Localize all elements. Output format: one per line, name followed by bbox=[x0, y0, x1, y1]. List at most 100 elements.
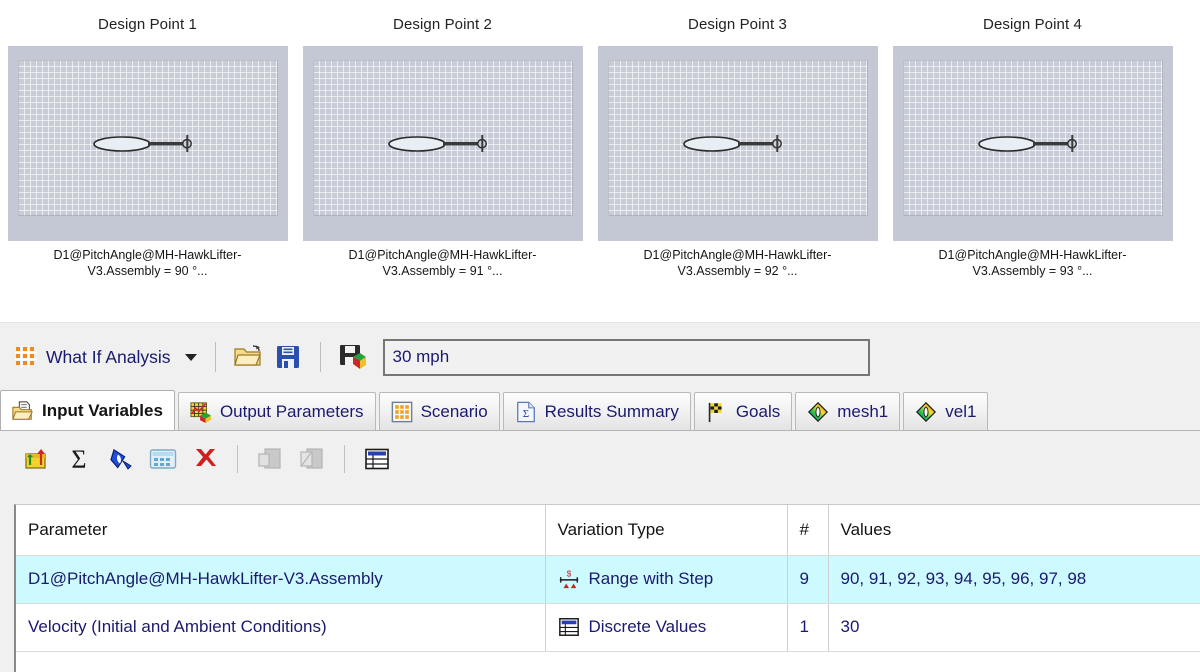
sum-button[interactable]: Σ bbox=[58, 438, 100, 480]
new-input-variable-icon bbox=[25, 449, 46, 469]
svg-text:Σ: Σ bbox=[522, 408, 528, 420]
toolbar-separator bbox=[237, 445, 238, 473]
tab-output-parameters[interactable]: Output Parameters bbox=[177, 392, 376, 430]
copy-button[interactable] bbox=[249, 438, 291, 480]
design-point-card[interactable]: Design Point 1 D1@PitchAngle@MH-HawkLift… bbox=[0, 0, 295, 322]
design-point-caption: D1@PitchAngle@MH-HawkLifter- V3.Assembly… bbox=[643, 248, 832, 278]
cell-parameter: Velocity (Initial and Ambient Conditions… bbox=[16, 603, 546, 652]
cell-variation-type-label: Discrete Values bbox=[588, 617, 707, 636]
tab-mesh1[interactable]: mesh1 bbox=[795, 392, 901, 430]
design-point-thumbnail[interactable] bbox=[302, 46, 583, 241]
toolbar-separator bbox=[319, 342, 321, 372]
aircraft-body-icon bbox=[682, 134, 782, 152]
design-point-card[interactable]: Design Point 2 D1@PitchAngle@MH-HawkLift… bbox=[295, 0, 590, 322]
cell-variation-type: $ Range with Step bbox=[545, 555, 788, 604]
design-point-title: Design Point 3 bbox=[688, 16, 787, 33]
tab-bar: Input Variables Output Parameters Scenar… bbox=[0, 390, 1200, 431]
cell-count: 9 bbox=[787, 555, 829, 604]
table-view-blue-button[interactable] bbox=[142, 438, 184, 480]
tab-label: Goals bbox=[735, 401, 781, 421]
tab-label: Output Parameters bbox=[219, 401, 364, 421]
open-folder-icon bbox=[233, 345, 261, 366]
checkered-flag-icon bbox=[708, 402, 722, 422]
what-if-analysis-label: What If Analysis bbox=[46, 346, 171, 367]
rainbow-diamond-icon bbox=[916, 401, 937, 422]
value-input-text: 30 mph bbox=[392, 347, 450, 366]
range-with-step-icon: $ bbox=[559, 569, 578, 589]
toolbar-separator bbox=[214, 342, 216, 372]
rainbow-diamond-icon bbox=[808, 401, 829, 422]
command-bar: What If Analysis 30 mph bbox=[0, 323, 1200, 391]
tab-input-variables[interactable]: Input Variables bbox=[0, 390, 175, 430]
table-row[interactable]: D1@PitchAngle@MH-HawkLifter-V3.Assembly … bbox=[16, 555, 1200, 604]
aircraft-body-icon bbox=[977, 134, 1077, 152]
design-point-title: Design Point 1 bbox=[98, 16, 197, 33]
tab-label: Input Variables bbox=[42, 400, 163, 420]
input-variables-toolbar: Σ bbox=[0, 432, 1200, 486]
paste-button[interactable] bbox=[291, 438, 333, 480]
table-view-icon bbox=[365, 448, 389, 470]
open-folder-document-icon bbox=[12, 400, 33, 420]
tab-label: vel1 bbox=[945, 401, 977, 421]
design-point-thumbnail[interactable] bbox=[597, 46, 878, 241]
column-header-variation-type[interactable]: Variation Type bbox=[545, 505, 788, 556]
save-floppy-icon bbox=[276, 346, 299, 368]
paste-panel-icon bbox=[300, 448, 323, 469]
what-if-panel: What If Analysis 30 mph Input Variables … bbox=[0, 322, 1200, 672]
svg-text:$: $ bbox=[566, 569, 571, 578]
export-button[interactable] bbox=[333, 337, 373, 377]
table-blue-icon bbox=[149, 449, 177, 469]
save-export-icon bbox=[339, 345, 366, 369]
copy-panel-icon bbox=[258, 448, 281, 469]
tab-label: mesh1 bbox=[837, 401, 889, 421]
input-variables-table: Parameter Variation Type # Values D1@Pit… bbox=[14, 504, 1200, 672]
sum-sigma-icon: Σ bbox=[71, 445, 86, 473]
toolbar-separator bbox=[344, 445, 345, 473]
cell-variation-type-label: Range with Step bbox=[588, 569, 714, 588]
design-point-thumbnail[interactable] bbox=[7, 46, 288, 241]
svg-text:Σ: Σ bbox=[71, 445, 86, 473]
column-header-parameter[interactable]: Parameter bbox=[16, 505, 546, 556]
aircraft-body-icon bbox=[92, 134, 192, 152]
design-point-strip: Design Point 1 D1@PitchAngle@MH-HawkLift… bbox=[0, 0, 1200, 322]
design-point-card[interactable]: Design Point 4 D1@PitchAngle@MH-HawkLift… bbox=[885, 0, 1180, 322]
aircraft-body-icon bbox=[387, 134, 487, 152]
open-button[interactable] bbox=[228, 337, 268, 377]
table-header-row: Parameter Variation Type # Values bbox=[16, 505, 1200, 556]
what-if-analysis-window: Design Point 1 D1@PitchAngle@MH-HawkLift… bbox=[0, 0, 1200, 672]
column-header-count[interactable]: # bbox=[787, 505, 829, 556]
tab-vel1[interactable]: vel1 bbox=[903, 392, 989, 430]
tab-label: Results Summary bbox=[544, 401, 679, 421]
table-row[interactable]: Velocity (Initial and Ambient Conditions… bbox=[16, 603, 1200, 652]
new-input-variable-button[interactable] bbox=[16, 438, 58, 480]
design-point-caption: D1@PitchAngle@MH-HawkLifter- V3.Assembly… bbox=[53, 248, 242, 278]
tab-results-summary[interactable]: Σ Results Summary bbox=[502, 392, 691, 430]
cell-parameter: D1@PitchAngle@MH-HawkLifter-V3.Assembly bbox=[16, 555, 546, 604]
tab-goals[interactable]: Goals bbox=[693, 392, 793, 430]
cell-variation-type: Discrete Values bbox=[545, 603, 788, 652]
design-point-title: Design Point 2 bbox=[393, 16, 492, 33]
edit-diamond-icon bbox=[110, 448, 132, 470]
grid-dots-icon bbox=[15, 346, 37, 368]
edit-variable-button[interactable] bbox=[100, 438, 142, 480]
sigma-document-icon: Σ bbox=[516, 401, 535, 422]
cell-count: 1 bbox=[787, 603, 829, 652]
discrete-values-icon bbox=[558, 618, 579, 636]
design-point-card[interactable]: Design Point 3 D1@PitchAngle@MH-HawkLift… bbox=[590, 0, 885, 322]
design-point-caption: D1@PitchAngle@MH-HawkLifter- V3.Assembly… bbox=[348, 248, 537, 278]
design-point-caption: D1@PitchAngle@MH-HawkLifter- V3.Assembly… bbox=[938, 248, 1127, 278]
scenario-grid-icon bbox=[391, 401, 412, 422]
what-if-analysis-menu[interactable]: What If Analysis bbox=[13, 342, 203, 372]
chart-box-icon bbox=[190, 401, 212, 423]
save-button[interactable] bbox=[268, 337, 308, 377]
cell-values: 90, 91, 92, 93, 94, 95, 96, 97, 98 bbox=[828, 555, 1200, 604]
tab-scenario[interactable]: Scenario bbox=[378, 392, 500, 430]
design-point-thumbnail[interactable] bbox=[892, 46, 1173, 241]
value-input[interactable]: 30 mph bbox=[382, 338, 870, 376]
delete-red-x-icon bbox=[196, 449, 216, 466]
delete-button[interactable] bbox=[184, 438, 226, 480]
table-layout-button[interactable] bbox=[356, 438, 398, 480]
tab-label: Scenario bbox=[420, 401, 488, 421]
column-header-values[interactable]: Values bbox=[828, 505, 1200, 556]
cell-values: 30 bbox=[828, 603, 1200, 652]
